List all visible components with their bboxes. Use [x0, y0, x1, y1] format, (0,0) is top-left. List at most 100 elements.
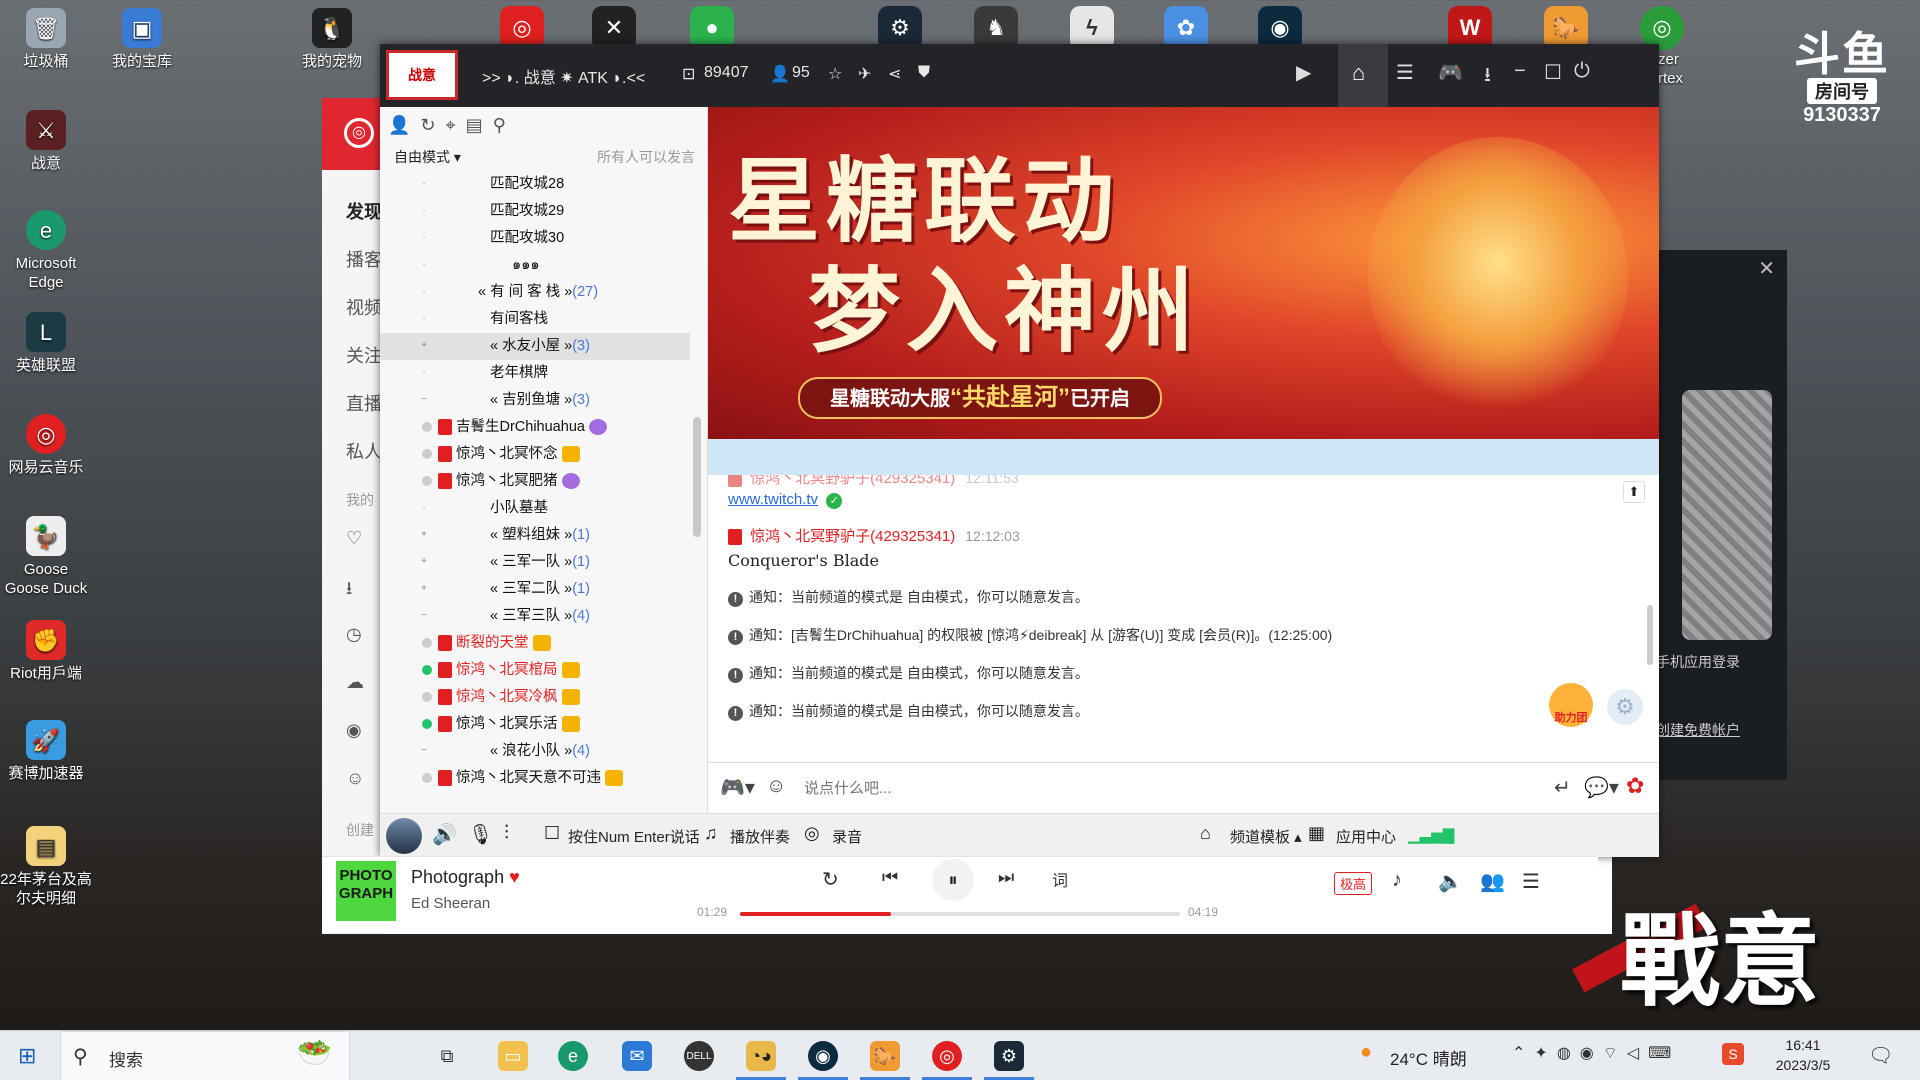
channel-tree-item[interactable]: · 小队墓基 — [380, 495, 690, 522]
record-icon[interactable]: ◎ — [804, 823, 820, 844]
channel-tree-item[interactable]: + « 塑料组妹 »(1) — [380, 522, 690, 549]
channel-user[interactable]: 惊鸿丶北冥冷枫 — [380, 684, 690, 711]
send-enter-icon[interactable]: ↵ — [1554, 775, 1571, 800]
channel-logo[interactable]: 战意 — [386, 50, 458, 100]
channel-user[interactable]: 惊鸿丶北冥天意不可违 — [380, 765, 690, 792]
system-tray-icons[interactable]: ⌃✦◍◉⌔◁⌨ — [1512, 1043, 1680, 1063]
previous-icon[interactable]: ⏮ — [882, 867, 898, 888]
accelerator-shortcut[interactable]: 🚀 赛博加速器 — [0, 720, 92, 783]
app-center-button[interactable]: 应用中心 — [1336, 826, 1396, 847]
checkbox-icon[interactable]: ☐ — [544, 823, 560, 844]
quality-badge[interactable]: 极高 — [1334, 872, 1373, 895]
channel-tree-item[interactable]: · 老年棋牌 — [380, 360, 690, 387]
search-icon[interactable]: ⚲ — [493, 115, 506, 136]
channel-user[interactable]: 断裂的天堂 — [380, 630, 690, 657]
tree-scrollbar[interactable] — [693, 417, 701, 537]
sidebar-item-podcast[interactable]: 播客 — [346, 246, 382, 272]
playlist-icon[interactable]: ☰ — [1522, 869, 1540, 894]
expand-icon[interactable]: + — [419, 584, 429, 594]
chat-scrollbar[interactable] — [1647, 605, 1653, 665]
yy-owl-icon[interactable]: ◔◕ — [746, 1041, 776, 1071]
excel-file-shortcut[interactable]: ▤ 22年茅台及高尔夫明细 — [0, 826, 92, 908]
channel-user[interactable]: 吉鬌生DrChihuahua — [380, 414, 690, 441]
bulletin-icon[interactable]: ▤ — [466, 115, 483, 136]
plane-icon[interactable]: ✈ — [858, 64, 871, 84]
home-tab[interactable]: ⌂ — [1338, 44, 1388, 107]
podcast-icon[interactable]: ◉ — [346, 720, 362, 741]
speaker-icon[interactable]: 🔊 — [432, 822, 457, 847]
grid-icon[interactable]: ▦ — [1308, 823, 1325, 844]
netease-music-icon[interactable]: ◎ — [932, 1041, 962, 1071]
gamepad-icon[interactable]: 🎮 — [1438, 60, 1463, 85]
next-icon[interactable]: ⏭ — [998, 867, 1014, 888]
mail-icon[interactable]: ✉ — [622, 1041, 652, 1071]
clock-icon[interactable]: ◷ — [346, 624, 362, 645]
push-to-talk-label[interactable]: 按住Num Enter说话 — [568, 826, 700, 847]
channel-tree-item[interactable]: − « 浪花小队 »(4) — [380, 738, 690, 765]
mobile-login-text[interactable]: 手机应用登录 — [1656, 652, 1740, 672]
video-icon[interactable]: ▶ — [1296, 60, 1311, 85]
download-icon[interactable]: ⭳ — [346, 576, 352, 606]
chat-link[interactable]: www.twitch.tv — [728, 491, 818, 508]
clock[interactable]: 16:41 2023/3/5 — [1758, 1035, 1848, 1075]
collapse-icon[interactable]: − — [419, 746, 429, 756]
sidebar-item-discover[interactable]: 发现 — [346, 198, 382, 224]
lol-shortcut[interactable]: L 英雄联盟 — [0, 312, 92, 375]
location-icon[interactable]: ⌖ — [446, 115, 456, 136]
user-icon[interactable]: ☺ — [346, 768, 364, 789]
lock-icon[interactable]: · — [419, 368, 429, 378]
template-button[interactable]: 频道模板 ▴ — [1230, 826, 1302, 847]
sidebar-item-follow[interactable]: 关注 — [346, 342, 382, 368]
cloud-icon[interactable]: ☁ — [346, 672, 364, 693]
file-explorer-icon[interactable]: ▭ — [498, 1041, 528, 1071]
dell-icon[interactable]: DELL — [684, 1041, 714, 1071]
share-icon[interactable]: ⋖ — [888, 64, 901, 84]
music-note-icon[interactable]: ♫ — [704, 823, 718, 844]
edge-icon[interactable]: e — [558, 1041, 588, 1071]
weather-sun-icon[interactable]: ● — [1360, 1041, 1372, 1064]
power-icon[interactable]: ⏻ — [1574, 60, 1590, 83]
close-icon[interactable]: ✕ — [1758, 256, 1775, 281]
search-box[interactable]: ⚲ 搜索 🥗 — [60, 1031, 350, 1080]
mode-select[interactable]: 自由模式 ▾ — [394, 147, 461, 167]
game-launcher-icon[interactable]: 🐎 — [870, 1041, 900, 1071]
scroll-top-icon[interactable]: ⬆ — [1623, 481, 1645, 503]
lock-icon[interactable]: · — [419, 206, 429, 216]
chat-bubble-icon[interactable]: 💬▾ — [1584, 775, 1619, 800]
volume-icon[interactable]: 🔈 — [1438, 869, 1463, 894]
collapse-icon[interactable]: − — [419, 611, 429, 621]
expand-icon[interactable]: + — [419, 341, 429, 351]
template-icon[interactable]: ⌂ — [1200, 823, 1211, 844]
chat-input[interactable] — [804, 773, 1324, 803]
channel-tree-item[interactable]: + « 三军二队 »(1) — [380, 576, 690, 603]
chat-sender[interactable]: 惊鸿丶北冥野驴子(429325341) — [750, 475, 955, 487]
emoji-icon[interactable]: ☺ — [766, 775, 786, 798]
pet-shortcut[interactable]: 🐧 我的宠物 — [286, 8, 378, 71]
recycle-bin-shortcut[interactable]: 🗑 垃圾桶 — [0, 8, 92, 71]
netease-music-shortcut[interactable]: ◎ 网易云音乐 — [0, 414, 92, 477]
channel-tree-item[interactable]: − « 吉别鱼塘 »(3) — [380, 387, 690, 414]
goose-duck-shortcut[interactable]: 🦆 Goose Goose Duck — [0, 516, 92, 598]
sidebar-item-live[interactable]: 直播 — [346, 390, 382, 416]
liked-heart-icon[interactable]: ♥ — [509, 867, 520, 887]
star-icon[interactable]: ☆ — [828, 64, 842, 84]
progress-bar[interactable] — [740, 912, 1180, 916]
settings-gear-icon[interactable]: ⚙ — [1607, 689, 1643, 725]
list-icon[interactable]: ☰ — [1396, 60, 1414, 85]
repeat-icon[interactable]: ↻ — [822, 867, 839, 892]
lock-icon[interactable]: · — [419, 233, 429, 243]
record-button[interactable]: 录音 — [832, 826, 862, 847]
heart-icon[interactable]: ♡ — [346, 528, 362, 549]
sidebar-item-private[interactable]: 私人 — [346, 438, 382, 464]
shield-icon[interactable]: ⛊ — [918, 64, 930, 82]
flower-icon[interactable]: ✿ — [1626, 773, 1644, 799]
album-cover[interactable]: PHOTO GRAPH — [336, 861, 396, 921]
treasure-shortcut[interactable]: ▣ 我的宝库 — [96, 8, 188, 71]
fan-club-badge[interactable]: 助力团 — [1549, 683, 1593, 727]
notification-icon[interactable]: 🗨 — [1868, 1043, 1893, 1068]
song-title[interactable]: Photograph ♥ — [411, 867, 520, 888]
sound-effect-icon[interactable]: ♪ — [1392, 869, 1402, 892]
pause-button[interactable]: ⏸ — [932, 859, 974, 901]
song-artist[interactable]: Ed Sheeran — [411, 895, 490, 912]
radar-icon[interactable]: ◉ — [808, 1041, 838, 1071]
